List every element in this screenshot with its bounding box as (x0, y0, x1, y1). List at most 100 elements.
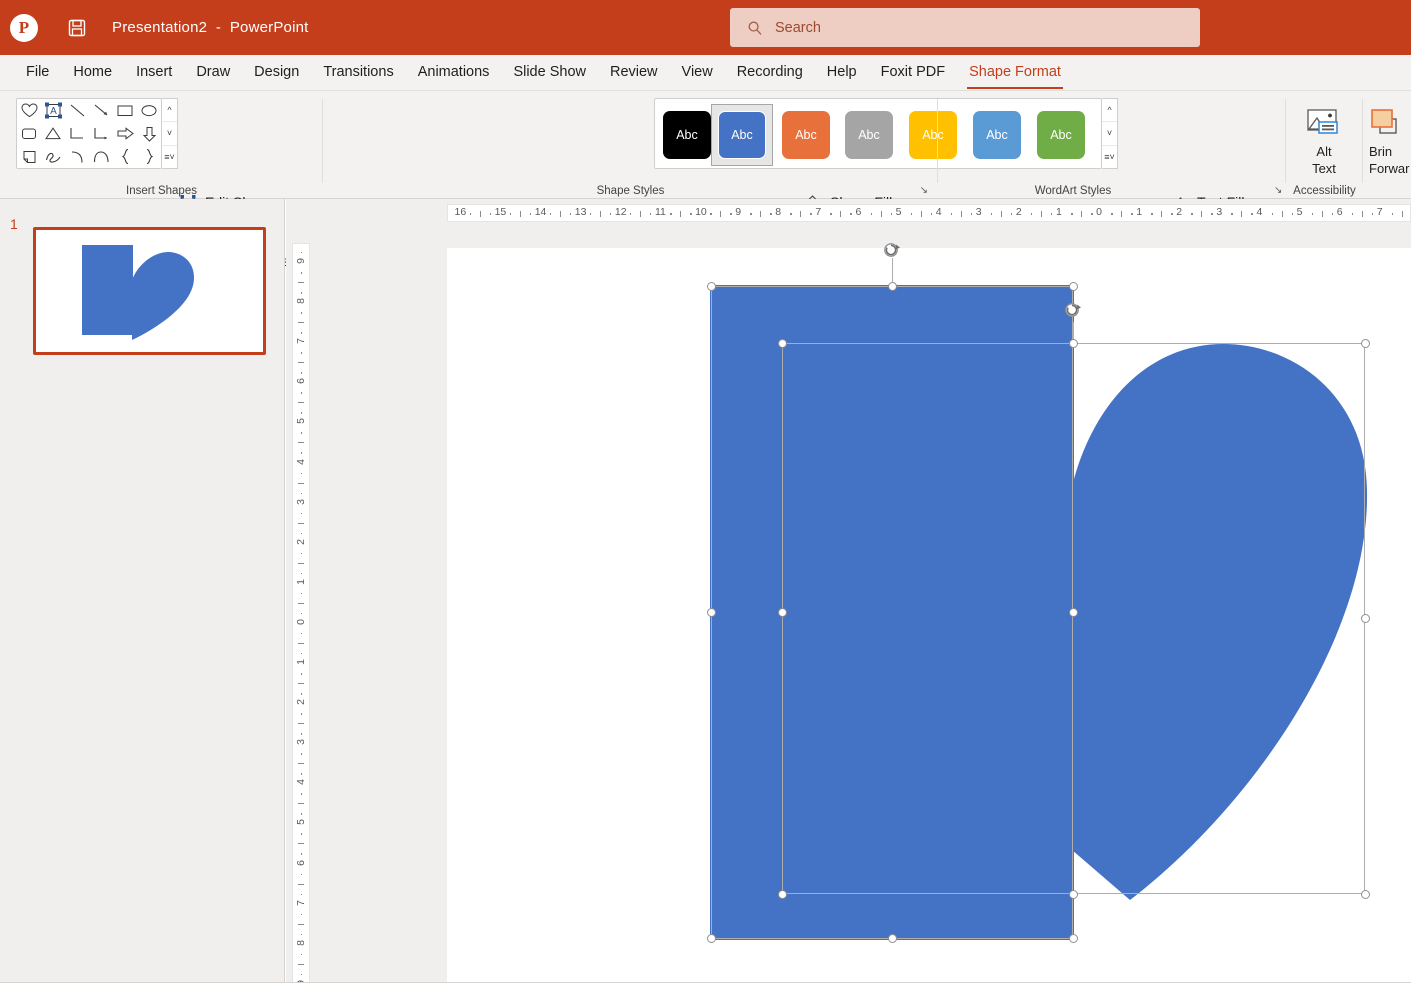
curve-shape-icon[interactable] (89, 145, 113, 168)
tab-home[interactable]: Home (61, 60, 124, 86)
ruler-minor-mark (301, 493, 303, 495)
tab-design[interactable]: Design (242, 60, 311, 86)
shape-style-gray[interactable]: Abc (845, 111, 893, 159)
wordart-styles-dialog-launcher[interactable]: ↘ (1274, 185, 1282, 196)
ruler-minor-mark (750, 213, 752, 215)
down-arrow-shape-icon[interactable] (137, 122, 161, 145)
ruler-minor-mark (1001, 211, 1002, 217)
chevron-up-icon[interactable]: ^ (162, 99, 177, 122)
shape-style-black[interactable]: Abc (663, 111, 711, 159)
ruler-tick-label: 9 (295, 254, 307, 268)
alt-text-button[interactable]: Alt Text (1291, 103, 1357, 177)
line-shape-icon[interactable] (65, 99, 89, 122)
tab-insert[interactable]: Insert (124, 60, 184, 86)
vertical-ruler[interactable]: 9876543210123456789 (292, 243, 310, 983)
selection-handle-s[interactable] (888, 934, 897, 943)
rotate-handle-icon[interactable] (1064, 301, 1082, 319)
insert-shapes-scrollbar[interactable]: ^ ˅ ≡˅ (162, 98, 178, 169)
oval-shape-icon[interactable] (137, 99, 161, 122)
elbow-arrow-connector-icon[interactable] (89, 122, 113, 145)
ruler-minor-mark (470, 213, 472, 215)
save-icon[interactable] (66, 17, 88, 39)
ruler-tick-label: 7 (815, 206, 821, 218)
ruler-minor-mark (931, 213, 933, 215)
right-arrow-shape-icon[interactable] (113, 122, 137, 145)
ruler-tick-label: 7 (1377, 206, 1383, 218)
selection-handle-se[interactable] (1361, 890, 1370, 899)
ruler-minor-mark (298, 924, 304, 925)
selection-handle-nw[interactable] (778, 339, 787, 348)
ruler-tick-label: 8 (295, 294, 307, 308)
ruler-minor-mark (1051, 213, 1053, 215)
slide-thumbnail-1[interactable] (33, 227, 266, 355)
selection-handle-nw[interactable] (707, 282, 716, 291)
selection-handle-ne[interactable] (1361, 339, 1370, 348)
rotate-handle-icon[interactable] (883, 241, 901, 259)
chevron-down-icon[interactable]: ˅ (162, 122, 177, 145)
tab-slide-show[interactable]: Slide Show (501, 60, 598, 86)
rectangle-shape-icon[interactable] (113, 99, 137, 122)
ruler-minor-mark (298, 442, 304, 443)
tab-help[interactable]: Help (815, 60, 869, 86)
triangle-shape-icon[interactable] (41, 122, 65, 145)
ruler-minor-mark (710, 213, 712, 215)
ruler-tick-label: 2 (295, 695, 307, 709)
ruler-tick-label: 11 (655, 206, 666, 218)
ruler-minor-mark (301, 874, 303, 876)
tab-foxit-pdf[interactable]: Foxit PDF (869, 60, 957, 86)
ruler-tick-label: 3 (1216, 206, 1222, 218)
ribbon-group-arrange: Brin Forwar (1363, 91, 1411, 199)
ruler-minor-mark (301, 813, 303, 815)
text-box-shape-icon[interactable]: A (41, 99, 65, 122)
tab-animations[interactable]: Animations (406, 60, 502, 86)
search-box[interactable]: Search (730, 8, 1200, 47)
elbow-connector-icon[interactable] (65, 122, 89, 145)
tab-draw[interactable]: Draw (184, 60, 242, 86)
selection-handle-se[interactable] (1069, 934, 1078, 943)
shape-style-blue[interactable]: Abc (718, 111, 766, 159)
tab-recording[interactable]: Recording (725, 60, 815, 86)
selection-handle-ne[interactable] (1069, 282, 1078, 291)
scribble-shape-icon[interactable] (41, 145, 65, 168)
ruler-minor-mark (1362, 211, 1363, 217)
tab-transitions[interactable]: Transitions (311, 60, 405, 86)
tab-file[interactable]: File (14, 60, 61, 86)
bring-forward-button[interactable]: Brin Forwar (1369, 103, 1411, 177)
folded-corner-shape-icon[interactable] (17, 145, 41, 168)
rounded-rectangle-shape-icon[interactable] (17, 122, 41, 145)
ruler-minor-mark (951, 213, 953, 215)
shape-styles-dialog-launcher[interactable]: ↘ (920, 185, 928, 196)
ruler-minor-mark (830, 213, 832, 215)
ruler-minor-mark (298, 402, 304, 403)
selection-handle-sw[interactable] (707, 934, 716, 943)
powerpoint-logo-icon: P (10, 14, 38, 42)
selection-handle-n[interactable] (888, 282, 897, 291)
tab-shape-format[interactable]: Shape Format (957, 60, 1073, 86)
ruler-minor-mark (1322, 211, 1323, 217)
ruler-minor-mark (298, 763, 304, 764)
selection-handle-w[interactable] (707, 608, 716, 617)
selection-handle-w[interactable] (778, 608, 787, 617)
more-shapes-icon[interactable]: ≡˅ (162, 146, 177, 168)
left-brace-shape-icon[interactable] (113, 145, 137, 168)
right-brace-shape-icon[interactable] (137, 145, 161, 168)
ruler-tick-label: 1 (295, 655, 307, 669)
ruler-minor-mark (301, 914, 303, 916)
selection-handle-sw[interactable] (778, 890, 787, 899)
shape-style-orange[interactable]: Abc (782, 111, 830, 159)
line-arrow-shape-icon[interactable] (89, 99, 113, 122)
search-input[interactable]: Search (775, 20, 821, 36)
ruler-minor-mark (298, 322, 304, 323)
selection-handle-n[interactable] (1069, 339, 1078, 348)
horizontal-ruler[interactable]: 1615141312111098765432101234567 (447, 204, 1411, 222)
ruler-tick-label: 14 (535, 206, 547, 218)
selection-handle-e[interactable] (1361, 614, 1370, 623)
ruler-minor-mark (840, 211, 841, 217)
heart-shape-icon[interactable] (17, 99, 41, 122)
tab-review[interactable]: Review (598, 60, 670, 86)
selection-handle-s[interactable] (1069, 890, 1078, 899)
arc-shape-icon[interactable] (65, 145, 89, 168)
tab-view[interactable]: View (670, 60, 725, 86)
insert-shapes-gallery[interactable]: A (16, 98, 162, 169)
ruler-minor-mark (640, 211, 641, 217)
